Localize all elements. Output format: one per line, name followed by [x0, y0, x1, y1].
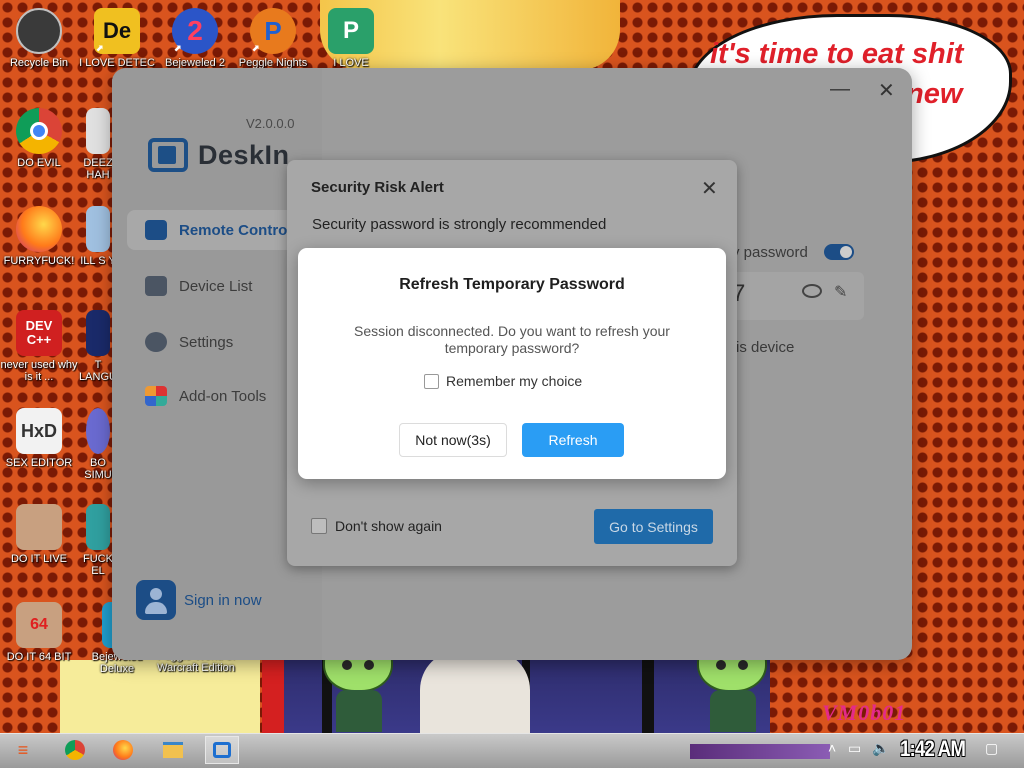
volume-icon[interactable]: 🔈: [872, 740, 889, 757]
remember-choice-checkbox[interactable]: Remember my choice: [424, 373, 582, 389]
document-icon: [86, 108, 110, 154]
desktop-icon-do-it-64[interactable]: 64 DO IT 64 BIT: [0, 602, 78, 663]
desktop-icon-recycle-bin[interactable]: Recycle Bin: [0, 8, 78, 69]
taskbar-decoration: [690, 744, 830, 759]
deskin-logo: DeskIn: [148, 138, 290, 172]
gear-icon: [145, 332, 167, 352]
nav-label: Remote Control: [179, 221, 292, 239]
not-now-button[interactable]: Not now(3s): [399, 423, 507, 457]
notification-icon[interactable]: ▢: [985, 740, 998, 757]
edit-pencil-icon[interactable]: ✎: [834, 282, 847, 302]
dont-show-again-label: Don't show again: [335, 518, 442, 534]
remember-choice-label: Remember my choice: [446, 373, 583, 389]
tray-chevron-up-icon[interactable]: ˄: [828, 740, 836, 756]
desktop-icon-chrome[interactable]: DO EVIL: [0, 108, 78, 169]
checkbox-box[interactable]: [424, 373, 439, 389]
password-label: y password: [732, 244, 808, 261]
refresh-button[interactable]: Refresh: [522, 423, 624, 457]
recycle-bin-icon: [16, 8, 62, 54]
eye-icon[interactable]: [802, 284, 822, 298]
folder-icon: [163, 742, 183, 758]
alert-title: Security Risk Alert: [311, 179, 444, 196]
desktop-icon-label: SEX EDITOR: [5, 457, 73, 469]
monitor-icon: [145, 220, 167, 240]
password-toggle[interactable]: [824, 244, 854, 260]
desktop-icon-firefox[interactable]: FURRYFUCK!: [0, 206, 78, 267]
simulator-icon: [86, 408, 110, 454]
start-button[interactable]: ≡: [8, 736, 38, 764]
chrome-icon: [16, 108, 62, 154]
nav-label: Device List: [179, 277, 253, 295]
sign-in-link[interactable]: Sign in now: [136, 580, 262, 620]
device-text: is device: [736, 339, 795, 356]
desktop-icon-label: Recycle Bin: [9, 57, 69, 69]
bejeweled-icon: 2 ⬈: [172, 8, 218, 54]
app-version: V2.0.0.0: [246, 116, 295, 131]
hex-editor-icon: HxD: [16, 408, 62, 454]
chrome-icon: [65, 740, 85, 760]
desktop-icon-devcpp[interactable]: DEV C++ never used why is it ...: [0, 310, 78, 383]
start-icon: ≡: [17, 739, 29, 760]
taskbar-file-explorer[interactable]: [158, 736, 188, 764]
alert-close-button[interactable]: ✕: [701, 176, 718, 201]
game-icon: [86, 504, 110, 550]
devcpp-icon: DEV C++: [16, 310, 62, 356]
go-to-settings-button[interactable]: Go to Settings: [594, 509, 713, 544]
molecule-icon: [86, 206, 110, 252]
taskbar: [0, 733, 1024, 768]
desktop-icon-hxd[interactable]: HxD SEX EDITOR: [0, 408, 78, 469]
desktop-icon-detective[interactable]: De ⬈ I LOVE DETEC: [78, 8, 156, 69]
refresh-dialog-title: Refresh Temporary Password: [399, 276, 625, 293]
firefox-icon: [16, 206, 62, 252]
desktop-icon-label: never used why is it ...: [0, 359, 78, 383]
user-avatar-icon: [136, 580, 176, 620]
nav-label: Add-on Tools: [179, 387, 267, 405]
dont-show-again-checkbox[interactable]: Don't show again: [311, 518, 442, 534]
language-app-icon: [86, 310, 110, 356]
minimize-button[interactable]: —: [830, 78, 850, 101]
wallpaper-white-figure: [420, 650, 530, 735]
portrait-64-icon: 64: [16, 602, 62, 648]
desktop-icon-label: DO IT LIVE: [10, 553, 68, 565]
wallpaper-watermark: VM0b01: [822, 700, 907, 725]
desktop-icon-label: FUCK EL: [83, 553, 113, 577]
desktop-icon-label: FURRYFUCK!: [3, 255, 75, 267]
close-button[interactable]: ✕: [878, 78, 895, 103]
publisher-icon: P: [328, 8, 374, 54]
tools-grid-icon: [145, 386, 167, 406]
desktop-icon-bejeweled-2[interactable]: 2 ⬈ Bejeweled 2: [156, 8, 234, 69]
desktop-icon-label: BO SIMU: [84, 457, 112, 481]
network-icon[interactable]: ▭: [848, 740, 861, 757]
deskin-logo-icon: [148, 138, 188, 172]
sign-in-label: Sign in now: [184, 591, 262, 609]
refresh-password-dialog: Refresh Temporary Password Session disco…: [298, 248, 726, 479]
portrait-icon: [16, 504, 62, 550]
deskin-taskbar-icon: [213, 742, 231, 758]
alert-subtitle: Security password is strongly recommende…: [312, 216, 607, 233]
wallpaper-red-strip: [262, 655, 284, 735]
refresh-dialog-message: Session disconnected. Do you want to ref…: [354, 323, 670, 356]
firefox-icon: [113, 740, 133, 760]
taskbar-deskin[interactable]: [205, 736, 239, 764]
desktop-icon-do-it-live[interactable]: DO IT LIVE: [0, 504, 78, 565]
app-name: DeskIn: [198, 139, 290, 170]
desktop-icon-label: DO IT 64 BIT: [6, 651, 72, 663]
desktop-icon-label: ILL S Y: [80, 255, 116, 267]
devices-icon: [145, 276, 167, 296]
desktop-icon-peggle-nights[interactable]: P ⬈ Peggle Nights: [234, 8, 312, 69]
desktop-icon-label: DEEZ HAH: [83, 157, 113, 181]
desktop-icon-label: DO EVIL: [17, 157, 61, 169]
taskbar-firefox[interactable]: [108, 736, 138, 764]
checkbox-box[interactable]: [311, 518, 327, 534]
taskbar-chrome[interactable]: [60, 736, 90, 764]
desktop-icon-publisher[interactable]: P I LOVE: [312, 8, 390, 69]
peggle-icon: P ⬈: [250, 8, 296, 54]
detective-app-icon: De ⬈: [94, 8, 140, 54]
nav-label: Settings: [179, 333, 234, 351]
taskbar-clock[interactable]: 1:42 AM: [900, 736, 966, 762]
